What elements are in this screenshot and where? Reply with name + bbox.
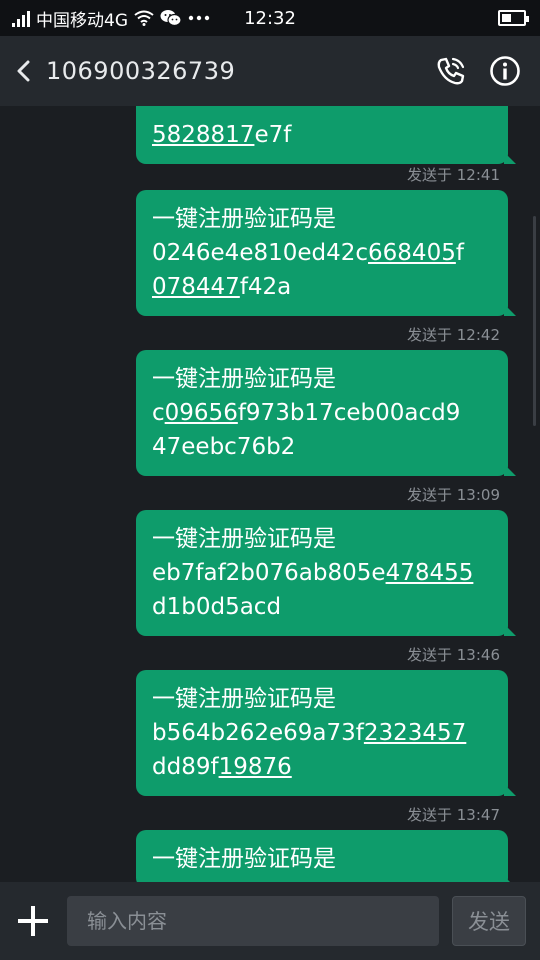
back-button[interactable] bbox=[0, 36, 46, 106]
message-text: 一键注册验证码是 bbox=[152, 366, 336, 392]
message-timestamp: 发送于 13:47 bbox=[407, 806, 500, 824]
message-text: 一键注册验证码是 bbox=[152, 206, 336, 232]
message-timestamp: 发送于 12:42 bbox=[407, 326, 500, 344]
message-text: 0246e4e810ed42c bbox=[152, 240, 369, 266]
message-text: 一键注册验证码是 bbox=[152, 686, 336, 712]
clock: 12:32 bbox=[244, 8, 296, 29]
status-bar: 中国移动4G 12:32 bbox=[0, 0, 540, 36]
message-text: e7f bbox=[254, 122, 292, 148]
send-button[interactable]: 发送 bbox=[452, 896, 526, 946]
message-text: c bbox=[152, 400, 165, 426]
message-text: eb7faf2b076ab805e bbox=[152, 560, 386, 586]
message-link-number[interactable]: 078447 bbox=[152, 274, 240, 300]
message-bubble[interactable]: 一键注册验证码是 c09656f973b17ceb00acd9 47eebc76b2 bbox=[136, 350, 516, 476]
info-icon bbox=[490, 56, 520, 86]
message-bubble[interactable]: 一键注册验证码是 eb7faf2b076ab805e478455 d1b0d5acd bbox=[136, 510, 516, 636]
message-timestamp: 发送于 13:09 bbox=[407, 486, 500, 504]
message-bubble[interactable]: 一键注册验证码是 0246e4e810ed42c668405f 078447f42a bbox=[136, 190, 516, 316]
message-text: d1b0d5acd bbox=[152, 594, 282, 620]
message-list[interactable]: 5828817e7f 发送于 12:41 一键注册验证码是 0246e4e810ed4… bbox=[0, 106, 540, 882]
message-link-number[interactable]: 478455 bbox=[386, 560, 474, 586]
message-link-number[interactable]: 5828817 bbox=[152, 122, 254, 148]
message-text: b564b262e69a73f bbox=[152, 720, 364, 746]
message-text: dd89f bbox=[152, 754, 219, 780]
message-link-number[interactable]: 19876 bbox=[219, 754, 292, 780]
message-link-number[interactable]: 668405 bbox=[368, 240, 456, 266]
message-bubble[interactable]: 5828817e7f bbox=[136, 106, 516, 164]
scrollbar[interactable] bbox=[533, 216, 536, 426]
message-bubble[interactable]: 一键注册验证码是 b564b262e69a73f2323457 dd89f19876 bbox=[136, 670, 516, 796]
info-button[interactable] bbox=[478, 36, 532, 106]
message-text: 一键注册验证码是 bbox=[152, 526, 336, 552]
battery-icon bbox=[498, 10, 529, 26]
call-icon bbox=[437, 57, 465, 85]
message-text: f bbox=[455, 240, 464, 266]
message-text: 一键注册验证码是 bbox=[152, 846, 336, 872]
message-input[interactable] bbox=[67, 896, 439, 946]
message-link-number[interactable]: 09656 bbox=[165, 400, 238, 426]
compose-bar: 发送 bbox=[0, 882, 540, 960]
message-timestamp: 发送于 12:41 bbox=[407, 166, 500, 184]
message-timestamp: 发送于 13:46 bbox=[407, 646, 500, 664]
conversation-header: 106900326739 bbox=[0, 36, 540, 106]
message-text: 47eebc76b2 bbox=[152, 434, 296, 460]
contact-number: 106900326739 bbox=[46, 57, 236, 85]
add-attachment-button[interactable] bbox=[14, 902, 52, 940]
message-text: f42a bbox=[239, 274, 292, 300]
back-icon bbox=[17, 60, 30, 82]
message-bubble[interactable]: 一键注册验证码是 bbox=[136, 830, 516, 882]
message-text: f973b17ceb00acd9 bbox=[237, 400, 461, 426]
message-link-number[interactable]: 2323457 bbox=[364, 720, 466, 746]
call-button[interactable] bbox=[424, 36, 478, 106]
